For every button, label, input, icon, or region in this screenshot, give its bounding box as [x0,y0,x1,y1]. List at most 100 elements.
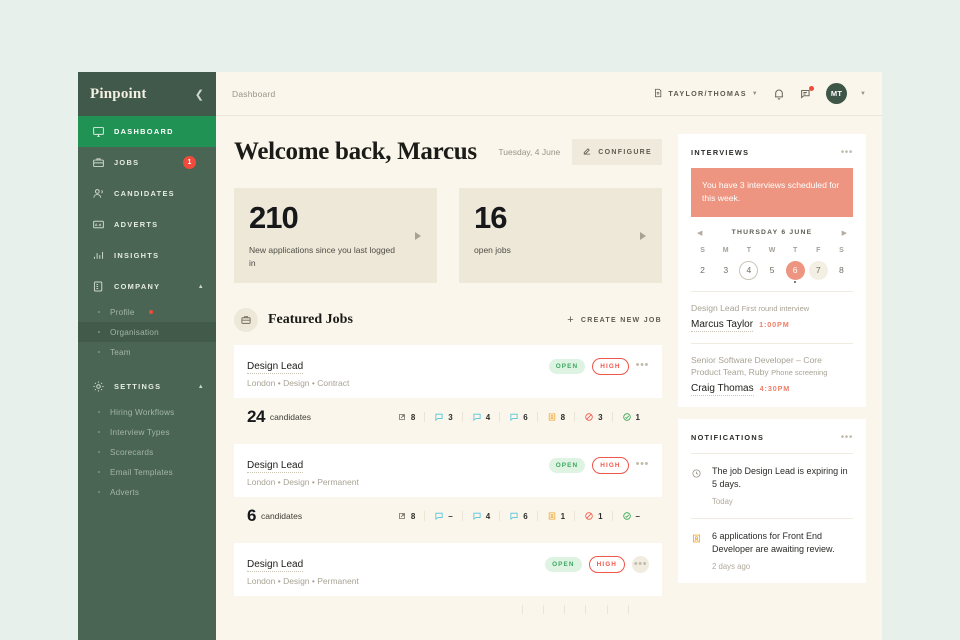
sidebar-item-settings[interactable]: SETTINGS ▲ [78,371,216,402]
job-menu-icon[interactable]: ••• [636,459,649,473]
calendar-day[interactable]: 4 [737,261,760,280]
stat-value: 16 [474,202,647,233]
priority-badge: HIGH [589,556,625,573]
main-area: Dashboard TAYLOR/THOMAS ▼ [216,72,882,640]
sidebar-item-dashboard[interactable]: DASHBOARD [78,116,216,147]
right-column: INTERVIEWS ••• You have 3 interviews sch… [678,116,882,640]
notification-item[interactable]: The job Design Lead is expiring in 5 day… [691,453,853,518]
inbox-arrow-icon[interactable]: 8 [388,511,424,521]
job-title[interactable]: Design Lead [247,460,303,473]
interviews-alert: You have 3 interviews scheduled for this… [691,168,853,217]
person-box-icon[interactable]: 8 [537,412,574,422]
calendar-day-selected[interactable]: 6 [784,261,807,280]
check-circle-icon[interactable] [628,605,649,614]
configure-button[interactable]: CONFIGURE [572,139,662,165]
sidebar-item-candidates[interactable]: CANDIDATES [78,178,216,209]
monitor-icon [92,125,105,138]
sidebar-subitem-scorecards[interactable]: Scorecards [78,442,216,462]
sidebar-item-company[interactable]: COMPANY ▲ [78,271,216,302]
job-title[interactable]: Design Lead [247,559,303,572]
no-entry-icon[interactable]: 3 [574,412,611,422]
calendar-day[interactable]: 7 [807,261,830,280]
status-badge: OPEN [545,557,582,572]
stat-label: open jobs [474,244,624,257]
no-entry-icon[interactable] [607,605,628,614]
notification-text: The job Design Lead is expiring in 5 day… [712,465,853,492]
interview-candidate[interactable]: Craig Thomas [691,383,754,396]
bullet-icon [98,331,100,333]
sidebar-item-jobs[interactable]: JOBS 1 [78,147,216,178]
no-entry-icon[interactable]: 1 [574,511,611,521]
speech-bubble-icon[interactable]: – [424,511,461,521]
sidebar-label: COMPANY [114,282,189,291]
speech-bubble-icon[interactable]: 3 [424,412,461,422]
sidebar-subitem-team[interactable]: Team [78,342,216,362]
sidebar-subitem-interview-types[interactable]: Interview Types [78,422,216,442]
interview-item[interactable]: Senior Software Developer – Core Product… [691,343,853,407]
breadcrumb[interactable]: Dashboard [232,89,275,99]
job-stat-icons [501,605,649,614]
interview-candidate[interactable]: Marcus Taylor [691,319,753,332]
sidebar-subitem-profile[interactable]: Profile [78,302,216,322]
inbox-arrow-icon[interactable] [501,605,521,614]
check-circle-icon[interactable]: – [612,511,649,521]
sidebar-label: ADVERTS [114,220,216,229]
stat-value: 1 [561,512,565,521]
panel-menu-icon[interactable]: ••• [841,432,853,443]
sidebar-subitem-adverts[interactable]: Adverts [78,482,216,502]
sidebar-item-insights[interactable]: INSIGHTS [78,240,216,271]
calendar-title: THURSDAY 6 JUNE [732,229,813,236]
interview-type: First round interview [742,304,810,313]
speech-bubble-icon[interactable]: 4 [462,412,499,422]
chevron-left-icon[interactable]: ❮ [195,88,204,101]
job-stat-icons: 8 – 4 6 [388,511,649,521]
org-switcher[interactable]: TAYLOR/THOMAS ▼ [653,88,759,100]
speech-bubble-icon[interactable] [564,605,585,614]
chevron-down-icon[interactable]: ▼ [860,91,866,97]
calendar-day[interactable]: 3 [714,261,737,280]
sidebar-subitem-hiring-workflows[interactable]: Hiring Workflows [78,402,216,422]
avatar[interactable]: MT [826,83,847,104]
create-new-job-button[interactable]: + CREATE NEW JOB [567,314,662,326]
job-title[interactable]: Design Lead [247,361,303,374]
job-menu-icon[interactable]: ••• [636,360,649,374]
gear-icon [92,380,105,393]
speech-bubble-icon[interactable]: 6 [499,412,536,422]
bullet-icon [98,431,100,433]
chevron-left-icon[interactable]: ◀ [697,229,702,237]
briefcase-icon [92,156,105,169]
interview-item[interactable]: Design Lead First round interview Marcus… [691,291,853,343]
sidebar-subitem-email-templates[interactable]: Email Templates [78,462,216,482]
sidebar-subitem-organisation[interactable]: Organisation [78,322,216,342]
notification-text: 6 applications for Front End Developer a… [712,530,853,557]
person-box-icon [691,530,703,571]
speech-bubble-icon[interactable] [522,605,543,614]
job-card[interactable]: Design Lead London • Design • Contract O… [234,345,662,436]
speech-bubble-icon[interactable]: 4 [462,511,499,521]
sidebar-logo-strip: Pinpoint ❮ [78,72,216,116]
job-card[interactable]: Design Lead London • Design • Permanent … [234,543,662,623]
panel-title: INTERVIEWS [691,148,749,157]
calendar-day[interactable]: 8 [830,261,853,280]
job-card[interactable]: Design Lead London • Design • Permanent … [234,444,662,535]
sidebar-item-adverts[interactable]: Ad ADVERTS [78,209,216,240]
person-box-icon[interactable]: 1 [537,511,574,521]
stat-card-open-jobs[interactable]: 16 open jobs [459,188,662,283]
chevron-right-icon[interactable]: ▶ [842,229,847,237]
speech-bubble-icon[interactable] [543,605,564,614]
inbox-arrow-icon[interactable]: 8 [388,412,424,422]
stat-value: 4 [486,413,490,422]
bell-icon[interactable] [772,87,786,101]
stat-card-applications[interactable]: 210 New applications since you last logg… [234,188,437,283]
panel-menu-icon[interactable]: ••• [841,147,853,158]
check-circle-icon[interactable]: 1 [612,412,649,422]
chevron-right-icon [415,232,421,240]
sidebar-label: DASHBOARD [114,127,216,136]
job-menu-icon[interactable]: ••• [632,556,649,573]
calendar-day[interactable]: 5 [760,261,783,280]
speech-bubble-icon[interactable]: 6 [499,511,536,521]
calendar-day[interactable]: 2 [691,261,714,280]
person-box-icon[interactable] [585,605,606,614]
message-icon[interactable] [799,87,813,101]
notification-item[interactable]: 6 applications for Front End Developer a… [691,518,853,583]
